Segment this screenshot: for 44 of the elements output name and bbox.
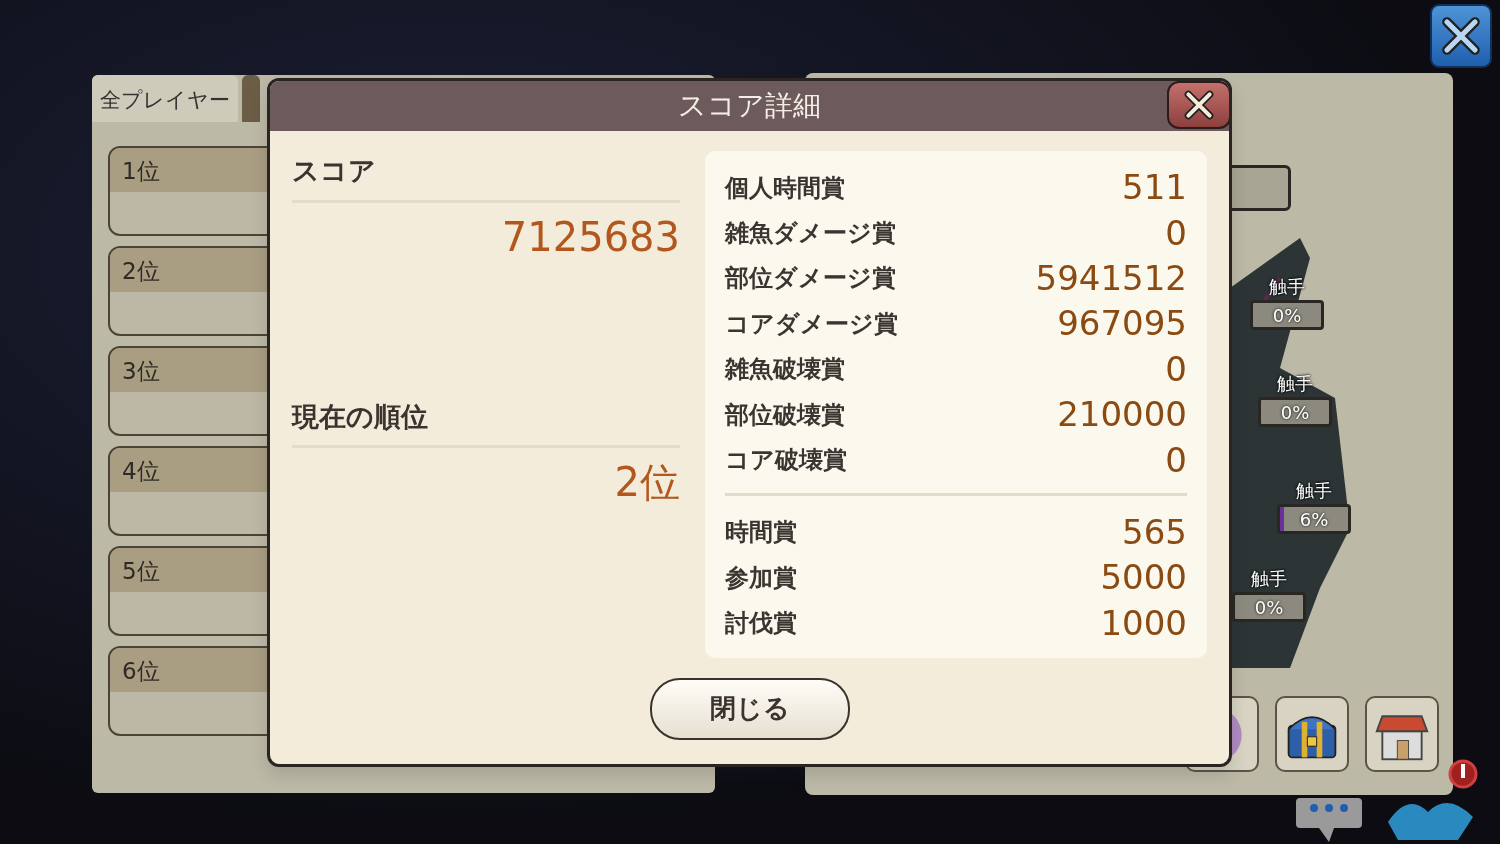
award-label: 時間賞 [725,517,797,549]
award-label: 討伐賞 [725,608,797,640]
award-label: 部位ダメージ賞 [725,263,896,295]
gauge-reading: 0% [1280,400,1310,424]
gauge-reading: 6% [1299,507,1329,531]
tab[interactable]: 全プレイヤー [92,75,238,122]
rank-label: 1位 [122,158,160,184]
rank-label: 2位 [122,258,160,284]
gauge-reading: 0% [1254,595,1284,619]
score-value: 7125683 [500,212,680,262]
award-value: 210000 [1057,393,1187,437]
rank-value: 2位 [613,458,680,507]
gauge-reading: 0% [1272,303,1302,327]
award-value: 0 [1165,347,1187,391]
part-label: 触手 [1296,479,1332,503]
award-label: 部位破壊賞 [725,399,845,431]
rank-label: 現在の順位 [292,400,428,432]
award-label: 個人時間賞 [725,172,845,204]
award-value: 1000 [1100,601,1187,645]
part-label: 触手 [1251,567,1287,591]
close-button[interactable] [1167,81,1229,129]
rank-label: 3位 [122,358,160,384]
close-icon[interactable] [1440,14,1482,58]
rank-label: 4位 [122,458,160,484]
award-label: コアダメージ賞 [725,308,898,340]
chat-bubble-icon[interactable] [1294,796,1364,844]
award-value: 5941512 [1035,257,1187,300]
close-button[interactable] [1430,4,1492,68]
award-label: 参加賞 [725,562,797,594]
close-dialog-button[interactable]: 閉じる [649,677,850,740]
rank-label: 5位 [122,558,160,584]
close-icon[interactable] [1183,89,1215,121]
rank-label: 6位 [122,658,160,684]
score-label: スコア [292,155,376,186]
award-label: コア破壊賞 [725,445,847,477]
award-value: 0 [1165,211,1187,255]
award-label: 雑魚ダメージ賞 [725,218,896,250]
award-value: 565 [1122,510,1187,554]
award-label: 雑魚破壊賞 [725,354,845,386]
award-value: 5000 [1100,556,1187,600]
award-value: 0 [1165,438,1187,482]
award-value: 967095 [1057,302,1187,346]
award-value: 511 [1122,166,1187,210]
dialog-title: スコア詳細 [678,88,821,124]
